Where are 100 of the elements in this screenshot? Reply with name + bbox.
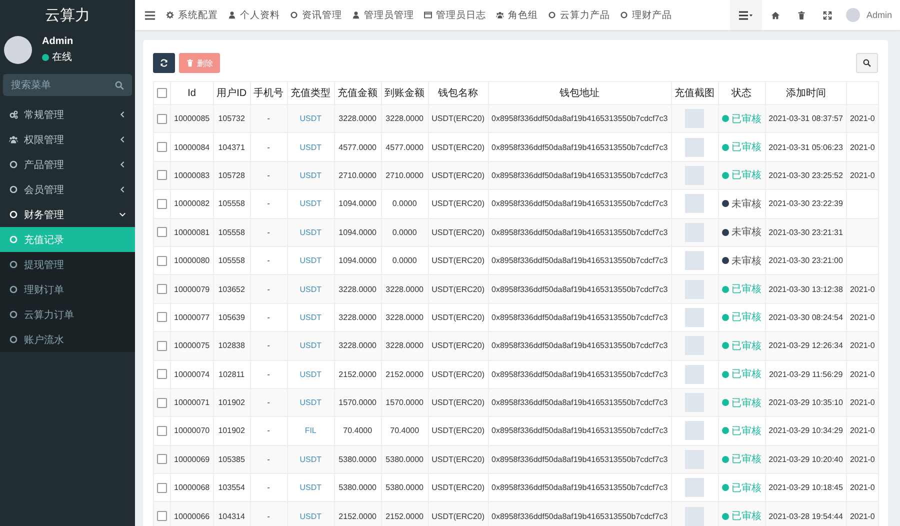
nav-tab[interactable]: 理财产品 bbox=[615, 0, 677, 30]
table-cell: 4577.0000 bbox=[381, 132, 428, 162]
table-cell: 2152.0000 bbox=[381, 502, 428, 526]
status-label: 已审核 bbox=[732, 112, 762, 126]
sidebar-subitem[interactable]: 理财订单 bbox=[0, 277, 135, 302]
table-cell: USDT(ERC20) bbox=[428, 190, 488, 218]
row-checkbox[interactable] bbox=[157, 114, 167, 124]
status-dot bbox=[722, 257, 729, 264]
table-cell: 2021-0 bbox=[846, 104, 878, 133]
row-checkbox[interactable] bbox=[157, 511, 167, 522]
table-cell: 10000071 bbox=[170, 388, 214, 417]
table-cell: FIL bbox=[287, 416, 334, 446]
table-cell: 1094.0000 bbox=[334, 190, 382, 218]
sidebar-item[interactable]: 财务管理 bbox=[0, 202, 135, 227]
nav-label[interactable]: 个人资料 bbox=[240, 8, 280, 22]
avatar[interactable] bbox=[846, 8, 860, 22]
nav-label[interactable]: 角色组 bbox=[508, 8, 538, 22]
table-cell: USDT bbox=[287, 502, 334, 526]
table-cell: 104314 bbox=[213, 502, 250, 526]
table-cell: 1094.0000 bbox=[334, 218, 382, 246]
table-cell: USDT bbox=[287, 132, 334, 162]
sidebar-item[interactable]: 产品管理 bbox=[0, 152, 135, 177]
sidebar-item[interactable]: 常规管理 bbox=[0, 102, 135, 127]
table-cell: USDT bbox=[287, 104, 334, 133]
row-checkbox[interactable] bbox=[157, 142, 167, 152]
refresh-button[interactable] bbox=[153, 53, 175, 73]
home-icon bbox=[770, 10, 780, 20]
table-cell: USDT(ERC20) bbox=[428, 388, 488, 417]
nav-tab[interactable]: 管理员管理 bbox=[347, 0, 419, 30]
row-checkbox[interactable] bbox=[157, 256, 167, 266]
table-cell: 2021-0 bbox=[846, 388, 878, 417]
sidebar-subitem[interactable]: 云算力订单 bbox=[0, 302, 135, 327]
select-all-checkbox[interactable] bbox=[157, 88, 167, 98]
table-cell: 2021-0 bbox=[846, 360, 878, 388]
nav-tab[interactable]: 云算力产品 bbox=[543, 0, 615, 30]
menu-search-field[interactable]: 搜索菜单 bbox=[3, 74, 132, 96]
row-checkbox[interactable] bbox=[157, 426, 167, 436]
nav-label[interactable]: 管理员管理 bbox=[364, 8, 414, 22]
status-label: 已审核 bbox=[732, 310, 762, 324]
nav-label[interactable]: 资讯管理 bbox=[302, 8, 342, 22]
table-cell: 2710.0000 bbox=[334, 161, 382, 190]
user-name[interactable]: Admin bbox=[866, 10, 892, 20]
search-button[interactable] bbox=[856, 53, 878, 73]
table-cell: 102811 bbox=[213, 360, 250, 388]
status-dot bbox=[722, 115, 729, 122]
row-checkbox[interactable] bbox=[157, 170, 167, 180]
table-cell: 5380.0000 bbox=[381, 445, 428, 474]
sidebar-item[interactable]: 权限管理 bbox=[0, 127, 135, 152]
nav-label[interactable]: 理财产品 bbox=[632, 8, 672, 22]
row-checkbox[interactable] bbox=[157, 227, 167, 238]
table-cell: 105558 bbox=[213, 218, 250, 246]
table-cell: 2152.0000 bbox=[381, 360, 428, 388]
table-cell: 2021-03-29 10:35:10 bbox=[765, 388, 846, 417]
row-checkbox[interactable] bbox=[157, 198, 167, 209]
nav-tab[interactable]: 资讯管理 bbox=[285, 0, 347, 30]
sidebar-subitem[interactable]: 账户流水 bbox=[0, 327, 135, 352]
column-header[interactable]: 钱包地址 bbox=[488, 82, 672, 104]
row-checkbox[interactable] bbox=[157, 454, 167, 464]
table-cell: 105385 bbox=[213, 445, 250, 474]
row-checkbox[interactable] bbox=[157, 340, 167, 351]
circle-icon bbox=[620, 11, 628, 19]
table-cell: USDT(ERC20) bbox=[428, 445, 488, 474]
nav-label[interactable]: 云算力产品 bbox=[560, 8, 610, 22]
table-cell: 10000082 bbox=[170, 190, 214, 218]
table-cell: 2021-03-29 10:34:29 bbox=[765, 416, 846, 446]
list-dropdown-button[interactable] bbox=[730, 0, 762, 30]
row-checkbox[interactable] bbox=[157, 482, 167, 493]
table-cell: 0x8958f336ddf50da8af19b4165313550b7cdcf7c3 bbox=[488, 332, 672, 360]
nav-label[interactable]: 系统配置 bbox=[178, 8, 218, 22]
table-cell: 2021-03-28 19:54:44 bbox=[765, 502, 846, 526]
nav-label[interactable]: 管理员日志 bbox=[436, 8, 486, 22]
row-checkbox[interactable] bbox=[157, 369, 167, 380]
table-cell: 1570.0000 bbox=[334, 388, 382, 417]
fullscreen-icon bbox=[822, 10, 832, 20]
table-cell: 0x8958f336ddf50da8af19b4165313550b7cdcf7c3 bbox=[488, 190, 672, 218]
sidebar-item[interactable]: 会员管理 bbox=[0, 177, 135, 202]
nav-tab[interactable]: 管理员日志 bbox=[419, 0, 491, 30]
status-label: 已审核 bbox=[732, 282, 762, 296]
table-cell: USDT(ERC20) bbox=[428, 218, 488, 246]
status-dot bbox=[722, 484, 729, 492]
table-cell: 10000066 bbox=[170, 502, 214, 526]
row-checkbox[interactable] bbox=[157, 284, 167, 294]
circle-icon bbox=[9, 210, 18, 219]
table-cell: - bbox=[250, 218, 288, 246]
table-cell: 3228.0000 bbox=[381, 332, 428, 360]
table-cell: 2710.0000 bbox=[381, 161, 428, 190]
nav-tab[interactable]: 角色组 bbox=[491, 0, 543, 30]
table-cell: 2021-03-30 23:25:52 bbox=[765, 161, 846, 190]
row-checkbox[interactable] bbox=[157, 398, 167, 408]
nav-tab[interactable]: 个人资料 bbox=[223, 0, 285, 30]
menu-icon[interactable] bbox=[145, 10, 155, 20]
circle-icon bbox=[9, 160, 18, 169]
row-checkbox[interactable] bbox=[157, 312, 167, 322]
status-label: 已审核 bbox=[732, 168, 762, 182]
person-icon bbox=[352, 11, 360, 19]
table-cell: 10000074 bbox=[170, 360, 214, 388]
table-cell: - bbox=[250, 161, 288, 190]
nav-tab[interactable]: 系统配置 bbox=[161, 0, 223, 30]
sidebar-subitem[interactable]: 提现管理 bbox=[0, 252, 135, 277]
status-dot bbox=[722, 456, 729, 463]
